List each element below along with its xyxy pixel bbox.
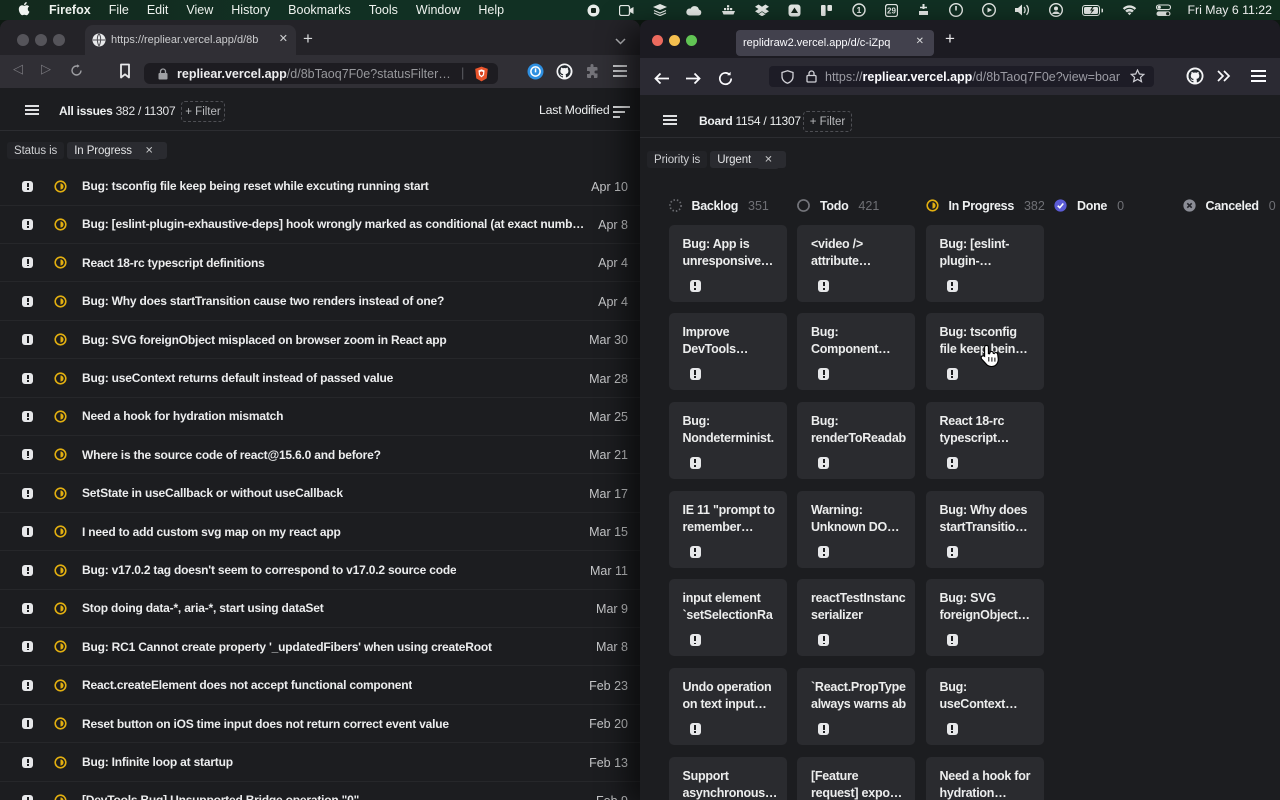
svg-text:29: 29 <box>887 6 896 15</box>
svg-text:1: 1 <box>857 5 862 15</box>
